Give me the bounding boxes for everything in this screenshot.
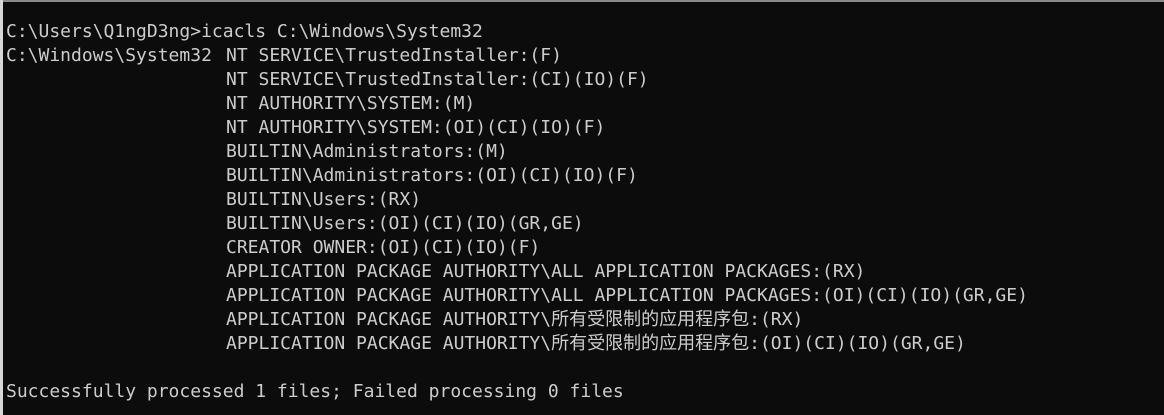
left-border: [0, 0, 3, 415]
acl-entry: NT AUTHORITY\SYSTEM:(OI)(CI)(IO)(F): [226, 117, 606, 138]
acl-line: BUILTIN\Users:(OI)(CI)(IO)(GR,GE): [6, 212, 1164, 236]
acl-entry: CREATOR OWNER:(OI)(CI)(IO)(F): [226, 237, 541, 258]
acl-entry: NT AUTHORITY\SYSTEM:(M): [226, 93, 476, 114]
acl-line: APPLICATION PACKAGE AUTHORITY\ALL APPLIC…: [6, 260, 1164, 284]
acl-entry: BUILTIN\Administrators:(OI)(CI)(IO)(F): [226, 165, 638, 186]
acl-entry: NT SERVICE\TrustedInstaller:(F): [226, 45, 562, 66]
acl-line: NT AUTHORITY\SYSTEM:(OI)(CI)(IO)(F): [6, 116, 1164, 140]
acl-line: CREATOR OWNER:(OI)(CI)(IO)(F): [6, 236, 1164, 260]
top-border: [0, 0, 1164, 2]
acl-line: APPLICATION PACKAGE AUTHORITY\所有受限制的应用程序…: [6, 308, 1164, 332]
acl-line-first: C:\Windows\System32 NT SERVICE\TrustedIns…: [6, 44, 1164, 68]
acl-entry: NT SERVICE\TrustedInstaller:(CI)(IO)(F): [226, 69, 649, 90]
acl-entry: BUILTIN\Users:(OI)(CI)(IO)(GR,GE): [226, 213, 584, 234]
terminal-window[interactable]: C:\Users\Q1ngD3ng>icacls C:\Windows\Syst…: [0, 0, 1164, 415]
target-path: C:\Windows\System32: [6, 45, 212, 66]
acl-line: BUILTIN\Users:(RX): [6, 188, 1164, 212]
acl-line: APPLICATION PACKAGE AUTHORITY\ALL APPLIC…: [6, 284, 1164, 308]
acl-line: BUILTIN\Administrators:(OI)(CI)(IO)(F): [6, 164, 1164, 188]
acl-line: NT SERVICE\TrustedInstaller:(CI)(IO)(F): [6, 68, 1164, 92]
acl-line: APPLICATION PACKAGE AUTHORITY\所有受限制的应用程序…: [6, 332, 1164, 356]
command-prompt-line: C:\Users\Q1ngD3ng>icacls C:\Windows\Syst…: [6, 21, 483, 42]
acl-entry: APPLICATION PACKAGE AUTHORITY\所有受限制的应用程序…: [226, 309, 804, 330]
acl-entry: APPLICATION PACKAGE AUTHORITY\ALL APPLIC…: [226, 261, 866, 282]
acl-line: BUILTIN\Administrators:(M): [6, 140, 1164, 164]
acl-entry: APPLICATION PACKAGE AUTHORITY\ALL APPLIC…: [226, 285, 1028, 306]
acl-entry: BUILTIN\Administrators:(M): [226, 141, 508, 162]
acl-entry: APPLICATION PACKAGE AUTHORITY\所有受限制的应用程序…: [226, 333, 966, 354]
acl-entry: BUILTIN\Users:(RX): [226, 189, 422, 210]
summary-line: Successfully processed 1 files; Failed p…: [6, 381, 624, 402]
acl-line: NT AUTHORITY\SYSTEM:(M): [6, 92, 1164, 116]
